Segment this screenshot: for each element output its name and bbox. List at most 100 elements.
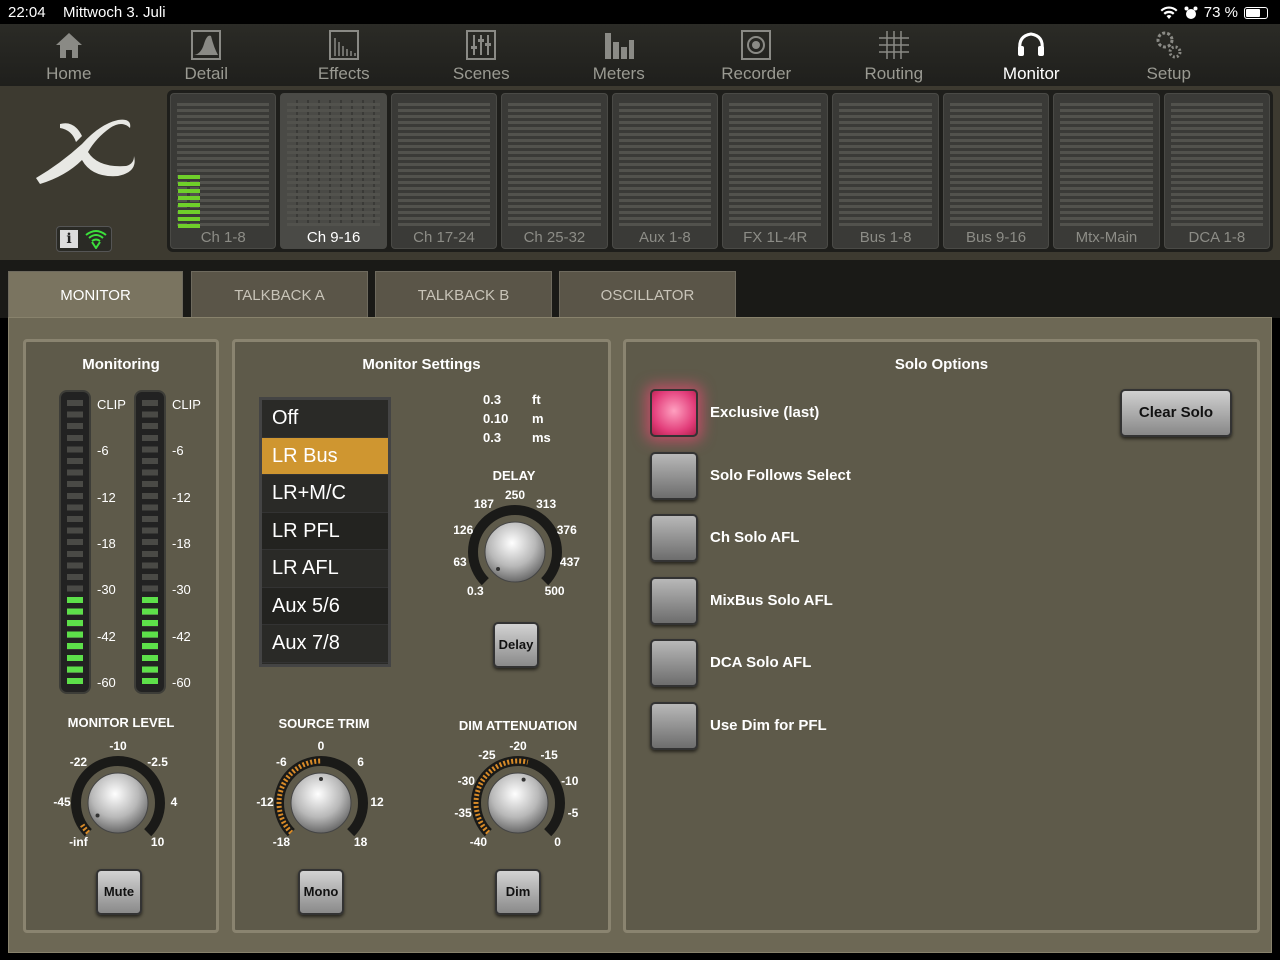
knob-tick-label: -45 [53, 795, 71, 809]
effects-icon [327, 28, 361, 62]
bank-label: Bus 1-8 [859, 229, 912, 246]
bank-label: Ch 25-32 [523, 229, 586, 246]
nav-label: Routing [864, 64, 924, 83]
bank-meter-grid [949, 100, 1043, 226]
info-icon[interactable]: i [60, 230, 78, 248]
meter-scale-label: CLIP [97, 397, 126, 412]
knob-tick-label: -35 [454, 805, 472, 820]
delay-button[interactable]: Delay [493, 622, 539, 668]
bank-button[interactable]: FX 1L-4R [722, 93, 829, 249]
routing-icon [877, 28, 911, 62]
bank-button[interactable]: Mtx-Main [1053, 93, 1160, 249]
source-option[interactable]: LR PFL [262, 512, 388, 550]
knob-tick-label: -6 [276, 755, 287, 770]
bank-label: Ch 1-8 [200, 229, 246, 246]
clear-solo-button[interactable]: Clear Solo [1120, 389, 1232, 437]
bank-meter-grid [1060, 100, 1153, 226]
home-icon [52, 28, 86, 62]
status-time: 22:04 [8, 4, 46, 21]
solo-option-toggle[interactable] [650, 514, 698, 562]
battery-percent: 73 % [1203, 4, 1238, 21]
bank-meter-grid [1170, 100, 1264, 226]
solo-option-label: Ch Solo AFL [710, 529, 800, 546]
source-option[interactable]: Aux 5/6 [262, 587, 388, 625]
knob-tick-label: -12 [256, 795, 274, 809]
bank-button[interactable]: Bus 1-8 [832, 93, 939, 249]
knob-tick-label: -25 [478, 748, 496, 763]
tab-talkback-b[interactable]: TALKBACK B [375, 271, 552, 318]
nav-setup[interactable]: Setup [1100, 24, 1238, 86]
nav-effects[interactable]: Effects [275, 24, 413, 86]
knob-tick-label: -10 [109, 739, 127, 753]
delay-value: 0.3 [483, 392, 502, 407]
solo-option-toggle[interactable] [650, 576, 698, 625]
source-option[interactable]: Aux 7/8 [262, 625, 388, 663]
knob-tick-label: -40 [469, 834, 488, 849]
source-option[interactable]: LR Bus [262, 437, 388, 475]
nav-detail[interactable]: Detail [138, 24, 276, 86]
meter-left [59, 390, 91, 694]
dim-attenuation-knob[interactable] [235, 342, 236, 343]
bank-button[interactable]: Ch 25-32 [501, 93, 608, 249]
nav-monitor[interactable]: Monitor [963, 24, 1101, 86]
bank-button[interactable]: Aux 1-8 [611, 93, 719, 249]
bank-button[interactable]: DCA 1-8 [1163, 93, 1271, 249]
knob-tick-label: 500 [544, 583, 565, 598]
knob-tick-label: 376 [556, 522, 577, 537]
delay-unit: m [532, 411, 544, 426]
solo-option-toggle[interactable] [650, 639, 698, 687]
knob-tick-label: 6 [357, 755, 364, 770]
knob-tick-label: 313 [536, 497, 557, 512]
status-right: 73 % [1160, 4, 1268, 21]
bank-label: Ch 17-24 [413, 229, 475, 246]
solo-option-toggle[interactable] [650, 389, 698, 437]
mono-button[interactable]: Mono [298, 869, 344, 915]
tab-monitor[interactable]: MONITOR [8, 271, 183, 319]
solo-option-label: Use Dim for PFL [710, 716, 827, 734]
nav-scenes[interactable]: Scenes [413, 24, 551, 86]
meter-right [134, 390, 166, 694]
nav-routing[interactable]: Routing [825, 24, 963, 86]
knob-tick-label: 0 [317, 739, 325, 753]
bank-button[interactable]: Bus 9-16 [942, 93, 1050, 249]
bank-button[interactable]: Ch 17-24 [390, 93, 498, 249]
monitor-settings-title: Monitor Settings [362, 356, 481, 373]
knob-tick-label: 4 [170, 795, 178, 809]
nav-label: Home [46, 64, 92, 83]
monitor-level-caption: MONITOR LEVEL [67, 715, 175, 730]
tab-oscillator[interactable]: OSCILLATOR [559, 271, 736, 318]
solo-option-toggle[interactable] [650, 701, 698, 750]
knob-tick-label: 0 [554, 834, 561, 849]
monitor-source-list[interactable]: Off LR Bus LR+M/C LR PFL LR AFL Aux 5/6 Aux 7/… [259, 397, 391, 667]
bank-button[interactable]: Ch 9-16 [280, 93, 387, 249]
bank-selector: Ch 1-8 Ch 9-16 Ch 17-24 Ch 25-32 Aux 1-8 FX 1… [167, 90, 1273, 252]
monitor-level-knob[interactable] [26, 342, 27, 343]
source-option[interactable]: LR AFL [262, 550, 388, 588]
tab-talkback-a[interactable]: TALKBACK A [191, 271, 368, 318]
solo-option-toggle[interactable] [650, 451, 698, 500]
delay-value: 0.10 [483, 411, 509, 426]
bank-meter-grid [508, 100, 601, 226]
source-option[interactable]: LR+M/C [262, 475, 388, 513]
dim-button[interactable]: Dim [495, 869, 541, 915]
mute-button[interactable]: Mute [96, 869, 142, 915]
bank-meter-grid [287, 100, 380, 226]
wifi-status-icon [85, 230, 107, 249]
nav-label: Detail [184, 64, 228, 83]
info-wifi-box[interactable]: i [56, 226, 112, 252]
nav-home[interactable]: Home [0, 24, 138, 86]
nav-recorder[interactable]: Recorder [688, 24, 826, 86]
bank-label: Ch 9-16 [306, 229, 361, 246]
monitor-icon [1014, 28, 1048, 62]
nav-label: Scenes [452, 64, 510, 83]
source-option[interactable]: Off [262, 400, 388, 438]
meter-scale-label: -42 [97, 628, 116, 644]
wifi-icon [1160, 5, 1178, 19]
bank-button[interactable]: Ch 1-8 [170, 93, 277, 249]
meter-scale-label: -6 [97, 443, 109, 459]
meters-icon [602, 28, 636, 62]
nav-meters[interactable]: Meters [550, 24, 688, 86]
meter-scale-label: -6 [172, 443, 184, 459]
top-nav: Home Detail Effects Scenes Meters Record… [0, 24, 1280, 86]
nav-label: Setup [1146, 64, 1191, 83]
